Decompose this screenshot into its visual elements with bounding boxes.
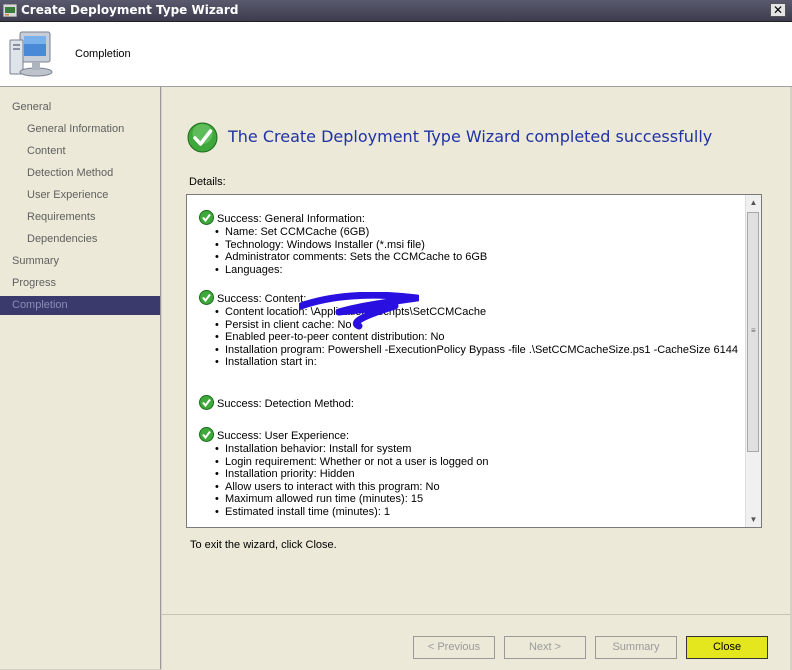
window-title: Create Deployment Type Wizard xyxy=(21,3,239,17)
section-title-text: Success: Content: xyxy=(217,293,307,305)
detail-item: Technology: Windows Installer (*.msi fil… xyxy=(215,239,739,252)
grip-icon: ≡ xyxy=(751,326,756,335)
success-check-icon xyxy=(199,395,214,410)
detail-list: Content location: \Applications\Scripts\… xyxy=(199,306,739,369)
title-bar: Create Deployment Type Wizard ✕ xyxy=(0,0,792,22)
success-check-icon xyxy=(199,210,214,225)
nav-item-general-information[interactable]: General Information xyxy=(0,120,160,139)
section-title-text: Success: Detection Method: xyxy=(217,398,354,410)
summary-button[interactable]: Summary xyxy=(595,636,677,659)
nav-item-user-experience[interactable]: User Experience xyxy=(0,186,160,205)
details-section-user-experience: Success: User Experience: Installation b… xyxy=(199,427,739,518)
detail-list: Name: Set CCMCache (6GB) Technology: Win… xyxy=(199,226,739,276)
details-label: Details: xyxy=(189,176,226,188)
section-title-text: Success: User Experience: xyxy=(217,430,350,442)
scroll-up-arrow-icon[interactable]: ▲ xyxy=(746,195,761,210)
scroll-thumb[interactable]: ≡ xyxy=(747,212,759,452)
detail-item: Enabled peer-to-peer content distributio… xyxy=(215,331,739,344)
nav-item-progress[interactable]: Progress xyxy=(0,274,160,293)
details-section-detection: Success: Detection Method: xyxy=(199,395,739,411)
next-button[interactable]: Next > xyxy=(504,636,586,659)
section-title: Success: Detection Method: xyxy=(199,395,739,411)
nav-item-dependencies[interactable]: Dependencies xyxy=(0,230,160,249)
section-title: Success: General Information: xyxy=(199,210,739,226)
close-icon: ✕ xyxy=(772,3,784,17)
scroll-down-arrow-icon[interactable]: ▼ xyxy=(746,512,761,527)
detail-item: Allow users to interact with this progra… xyxy=(215,481,739,494)
details-textbox[interactable]: Success: General Information: Name: Set … xyxy=(186,194,762,528)
detail-item: Installation priority: Hidden xyxy=(215,468,739,481)
nav-item-detection-method[interactable]: Detection Method xyxy=(0,164,160,183)
wizard-nav: General General Information Content Dete… xyxy=(0,87,161,669)
detail-item: Login requirement: Whether or not a user… xyxy=(215,456,739,469)
success-check-icon xyxy=(187,122,218,153)
close-window-button[interactable]: ✕ xyxy=(770,3,786,17)
nav-item-completion[interactable]: Completion xyxy=(0,296,160,315)
nav-item-summary[interactable]: Summary xyxy=(0,252,160,271)
detail-item: Installation start in: xyxy=(215,356,739,369)
page-heading: Completion xyxy=(75,48,131,60)
detail-item: Name: Set CCMCache (6GB) xyxy=(215,226,739,239)
detail-item: Installation program: Powershell -Execut… xyxy=(215,344,739,357)
section-title: Success: User Experience: xyxy=(199,427,739,443)
detail-item: Maximum allowed run time (minutes): 15 xyxy=(215,493,739,506)
section-title-text: Success: General Information: xyxy=(217,213,365,225)
detail-item: Administrator comments: Sets the CCMCach… xyxy=(215,251,739,264)
previous-button[interactable]: < Previous xyxy=(413,636,495,659)
redaction-scribble xyxy=(299,292,419,330)
details-scrollbar[interactable]: ▲ ≡ ▼ xyxy=(745,195,761,527)
wizard-app-icon xyxy=(3,4,17,17)
computer-icon xyxy=(9,31,53,77)
nav-item-requirements[interactable]: Requirements xyxy=(0,208,160,227)
nav-item-content[interactable]: Content xyxy=(0,142,160,161)
exit-instructions: To exit the wizard, click Close. xyxy=(190,539,337,551)
success-heading: The Create Deployment Type Wizard comple… xyxy=(228,127,713,146)
detail-item: Estimated install time (minutes): 1 xyxy=(215,506,739,519)
section-title: Success: Content: xyxy=(199,290,739,306)
detail-item: Installation behavior: Install for syste… xyxy=(215,443,739,456)
wizard-header: Completion xyxy=(0,22,792,87)
nav-item-general[interactable]: General xyxy=(0,98,160,117)
details-section-content: Success: Content: Content location: \App… xyxy=(199,290,739,369)
details-section-general: Success: General Information: Name: Set … xyxy=(199,210,739,276)
success-check-icon xyxy=(199,290,214,305)
success-check-icon xyxy=(199,427,214,442)
detail-item: Languages: xyxy=(215,264,739,277)
detail-list: Installation behavior: Install for syste… xyxy=(199,443,739,518)
close-button[interactable]: Close xyxy=(686,636,768,659)
